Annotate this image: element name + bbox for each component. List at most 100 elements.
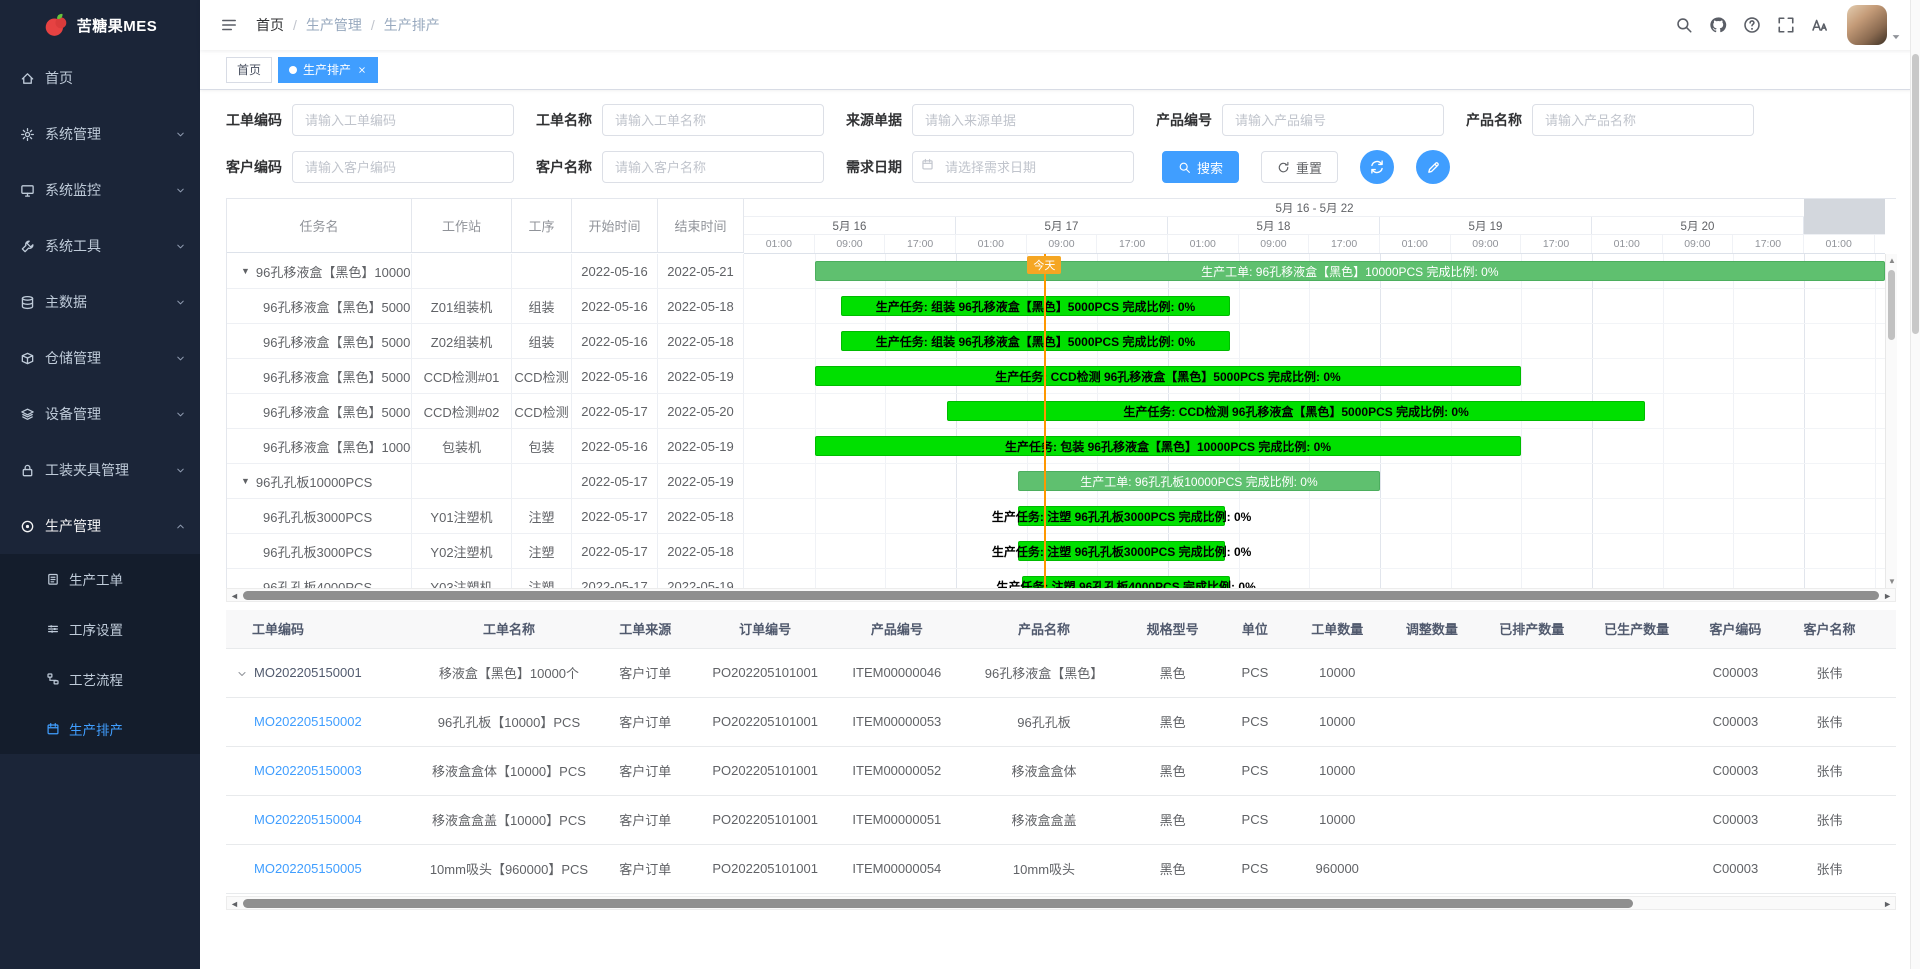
page-scrollbar-thumb[interactable]	[1912, 54, 1919, 334]
filter-field-customer-code: 客户编码	[226, 151, 514, 183]
gantt-task-row[interactable]: 96孔孔板4000PCSY03注塑机注塑2022-05-172022-05-19	[227, 569, 744, 588]
gantt-task-row[interactable]: 96孔移液盒【黑色】5000PCSZ01组装机组装2022-05-162022-…	[227, 289, 744, 324]
gantt-task-row[interactable]: 96孔孔板3000PCSY01注塑机注塑2022-05-172022-05-18	[227, 499, 744, 534]
customer-name-input[interactable]	[602, 151, 824, 183]
help-icon[interactable]	[1735, 0, 1769, 50]
scroll-down-arrow[interactable]: ▼	[1888, 577, 1896, 586]
gantt-hscrollbar-thumb[interactable]	[243, 591, 1879, 600]
sidebar-item-system-mgmt[interactable]: 系统管理	[0, 106, 200, 162]
order-code-link[interactable]: MO202205150004	[254, 812, 362, 827]
sidebar-item-fixtures[interactable]: 工装夹具管理	[0, 442, 200, 498]
font-size-icon[interactable]	[1803, 0, 1837, 50]
gantt-hour-label: 09:00	[815, 235, 886, 253]
gantt-horizontal-scrollbar[interactable]: ◄ ►	[226, 588, 1896, 602]
fullscreen-icon[interactable]	[1769, 0, 1803, 50]
sidebar-item-system-tools[interactable]: 系统工具	[0, 218, 200, 274]
order-row[interactable]: MO202205150003移液盒盒体【10000】PCS客户订单PO20220…	[226, 746, 1896, 795]
gantt-bar-task[interactable]: 生产任务: 注塑 96孔孔板3000PCS 完成比例: 0%	[1018, 506, 1226, 526]
order-row[interactable]: MO202205150004移液盒盒盖【10000】PCS客户订单PO20220…	[226, 795, 1896, 844]
scroll-left-arrow[interactable]: ◄	[230, 898, 239, 910]
gantt-bar-order[interactable]: 生产工单: 96孔移液盒【黑色】10000PCS 完成比例: 0%	[815, 261, 1885, 281]
scroll-right-arrow[interactable]: ►	[1883, 898, 1892, 910]
sidebar-item-work-order[interactable]: 生产工单	[0, 554, 200, 604]
gantt-vscrollbar-thumb[interactable]	[1888, 270, 1895, 340]
gantt-bar-task[interactable]: 生产任务: 组装 96孔移液盒【黑色】5000PCS 完成比例: 0%	[841, 331, 1230, 351]
filter-field-customer-name: 客户名称	[536, 151, 824, 183]
gantt-task-row[interactable]: ▼96孔孔板10000PCS2022-05-172022-05-19	[227, 464, 744, 499]
gantt-bar-task[interactable]: 生产任务: CCD检测 96孔移液盒【黑色】5000PCS 完成比例: 0%	[815, 366, 1522, 386]
gantt-bar-task[interactable]: 生产任务: 包装 96孔移液盒【黑色】10000PCS 完成比例: 0%	[815, 436, 1522, 456]
monitor-icon	[20, 183, 35, 198]
hamburger-icon[interactable]	[216, 12, 242, 38]
gantt-bar-task[interactable]: 生产任务: CCD检测 96孔移液盒【黑色】5000PCS 完成比例: 0%	[947, 401, 1645, 421]
edit-button[interactable]	[1416, 150, 1450, 184]
customer-code-input[interactable]	[292, 151, 514, 183]
sidebar-item-scheduling[interactable]: 生产排产	[0, 704, 200, 754]
collapse-icon[interactable]: ▼	[241, 266, 250, 276]
gantt-bar-task[interactable]: 生产任务: 组装 96孔移液盒【黑色】5000PCS 完成比例: 0%	[841, 296, 1230, 316]
need-date-input[interactable]	[912, 151, 1134, 183]
expand-caret-icon[interactable]	[236, 668, 254, 680]
order-code-link[interactable]: MO202205150003	[254, 763, 362, 778]
search-icon[interactable]	[1667, 0, 1701, 50]
sidebar-item-system-monitor[interactable]: 系统监控	[0, 162, 200, 218]
wo-code-input[interactable]	[292, 104, 514, 136]
gantt-chart-row: 生产工单: 96孔移液盒【黑色】10000PCS 完成比例: 0%	[744, 254, 1885, 289]
close-icon[interactable]	[357, 65, 367, 75]
sidebar-item-home[interactable]: 首页	[0, 50, 200, 106]
gantt-bar-order[interactable]: 生产工单: 96孔孔板10000PCS 完成比例: 0%	[1018, 471, 1380, 491]
sidebar-item-process-flow[interactable]: 工艺流程	[0, 654, 200, 704]
user-menu[interactable]	[1847, 5, 1902, 45]
sync-button[interactable]	[1360, 150, 1394, 184]
search-button[interactable]: 搜索	[1162, 151, 1239, 183]
orders-column-header: 产品名称	[963, 610, 1126, 648]
sidebar-item-process-settings[interactable]: 工序设置	[0, 604, 200, 654]
source-doc-input[interactable]	[912, 104, 1134, 136]
gantt-hour-label: 17:00	[1733, 235, 1804, 253]
order-row[interactable]: MO202205150001移液盒【黑色】10000个客户订单PO2022051…	[226, 648, 1896, 697]
tab-home[interactable]: 首页	[226, 57, 272, 83]
orders-hscrollbar-thumb[interactable]	[243, 899, 1633, 908]
avatar[interactable]	[1847, 5, 1887, 45]
collapse-icon[interactable]: ▼	[241, 476, 250, 486]
gantt-task-row[interactable]: 96孔移液盒【黑色】10000PCS包装机包装2022-05-162022-05…	[227, 429, 744, 464]
reset-button[interactable]: 重置	[1261, 151, 1338, 183]
scroll-up-arrow[interactable]: ▲	[1888, 256, 1896, 265]
orders-cell: PO202205101001	[699, 844, 831, 893]
tab-scheduling[interactable]: 生产排产	[278, 57, 378, 83]
gantt-day-label: 5月 18	[1168, 217, 1380, 234]
orders-horizontal-scrollbar[interactable]: ◄ ►	[226, 896, 1896, 910]
database-icon	[20, 295, 35, 310]
orders-cell: 移液盒【黑色】10000个	[427, 648, 592, 697]
gantt-chart-row: 生产任务: CCD检测 96孔移液盒【黑色】5000PCS 完成比例: 0%	[744, 359, 1885, 394]
sidebar-item-production[interactable]: 生产管理	[0, 498, 200, 554]
order-code-link[interactable]: MO202205150005	[254, 861, 362, 876]
product-name-input[interactable]	[1532, 104, 1754, 136]
scroll-right-arrow[interactable]: ►	[1883, 590, 1892, 602]
gantt-bar-task[interactable]: 生产任务: 注塑 96孔孔板4000PCS 完成比例: 0%	[1022, 576, 1230, 588]
gantt-vertical-scrollbar[interactable]: ▲ ▼	[1885, 254, 1897, 588]
wo-name-input[interactable]	[602, 104, 824, 136]
gantt-day-label: 5月 20	[1592, 217, 1804, 234]
sidebar-item-master-data[interactable]: 主数据	[0, 274, 200, 330]
orders-cell: 10000	[1290, 648, 1385, 697]
layers-icon	[20, 407, 35, 422]
page-scrollbar[interactable]	[1910, 0, 1920, 969]
gantt-bar-task[interactable]: 生产任务: 注塑 96孔孔板3000PCS 完成比例: 0%	[1018, 541, 1226, 561]
github-icon[interactable]	[1701, 0, 1735, 50]
product-code-input[interactable]	[1222, 104, 1444, 136]
gantt-task-row[interactable]: ▼96孔移液盒【黑色】10000PCS2022-05-162022-05-21	[227, 254, 744, 289]
gantt-task-row[interactable]: 96孔移液盒【黑色】5000PCSCCD检测#01CCD检测2022-05-16…	[227, 359, 744, 394]
order-code-link[interactable]: MO202205150002	[254, 714, 362, 729]
order-code-link[interactable]: MO202205150001	[254, 665, 362, 680]
scroll-left-arrow[interactable]: ◄	[230, 590, 239, 602]
order-row[interactable]: MO20220515000296孔孔板【10000】PCS客户订单PO20220…	[226, 697, 1896, 746]
breadcrumb-item[interactable]: 首页	[256, 15, 284, 35]
order-row[interactable]: MO20220515000510mm吸头【960000】PCS客户订单PO202…	[226, 844, 1896, 893]
gantt-task-row[interactable]: 96孔移液盒【黑色】5000PCSZ02组装机组装2022-05-162022-…	[227, 324, 744, 359]
sidebar-item-warehouse[interactable]: 仓储管理	[0, 330, 200, 386]
app-logo[interactable]: 苦糖果MES	[0, 0, 200, 50]
gantt-task-row[interactable]: 96孔移液盒【黑色】5000PCSCCD检测#02CCD检测2022-05-17…	[227, 394, 744, 429]
sidebar-item-equipment[interactable]: 设备管理	[0, 386, 200, 442]
gantt-task-row[interactable]: 96孔孔板3000PCSY02注塑机注塑2022-05-172022-05-18	[227, 534, 744, 569]
